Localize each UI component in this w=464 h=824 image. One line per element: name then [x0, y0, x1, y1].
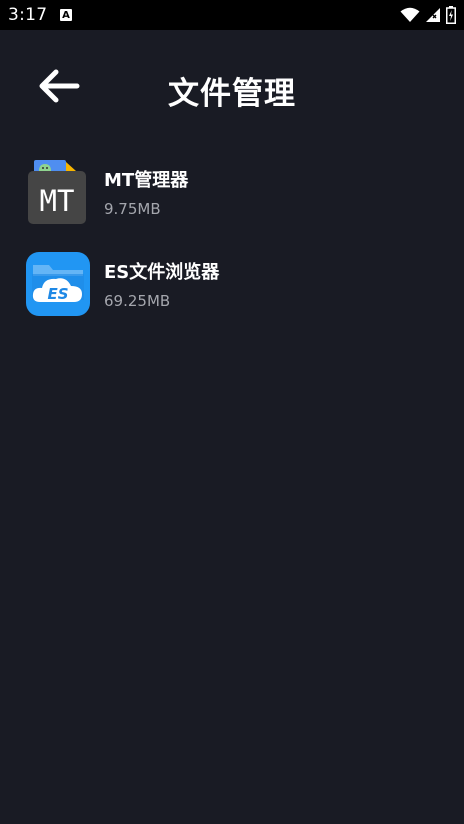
app-name: ES文件浏览器	[104, 262, 220, 283]
signal-icon	[426, 7, 440, 27]
list-item-es-file-explorer[interactable]: ES ES文件浏览器 69.25MB	[0, 240, 464, 332]
notification-badge: A	[60, 9, 72, 21]
wifi-icon	[400, 7, 420, 27]
es-file-explorer-app-icon: ES	[26, 252, 90, 316]
list-item-mt-manager[interactable]: MT MT管理器 9.75MB	[0, 148, 464, 240]
page-title: 文件管理	[168, 76, 296, 112]
status-bar: 3:17 A	[0, 0, 464, 30]
battery-icon	[446, 6, 456, 28]
app-size: 9.75MB	[104, 200, 161, 218]
mt-manager-app-icon: MT	[26, 160, 90, 224]
app-list: MT MT管理器 9.75MB ES ES文件浏览器 69.25MB	[0, 148, 464, 332]
status-icons	[400, 6, 456, 28]
app-size: 69.25MB	[104, 292, 171, 310]
header: 文件管理	[0, 30, 464, 148]
app-name: MT管理器	[104, 170, 189, 191]
status-time: 3:17	[8, 5, 48, 25]
svg-text:MT: MT	[40, 184, 75, 218]
svg-text:ES: ES	[47, 285, 68, 303]
